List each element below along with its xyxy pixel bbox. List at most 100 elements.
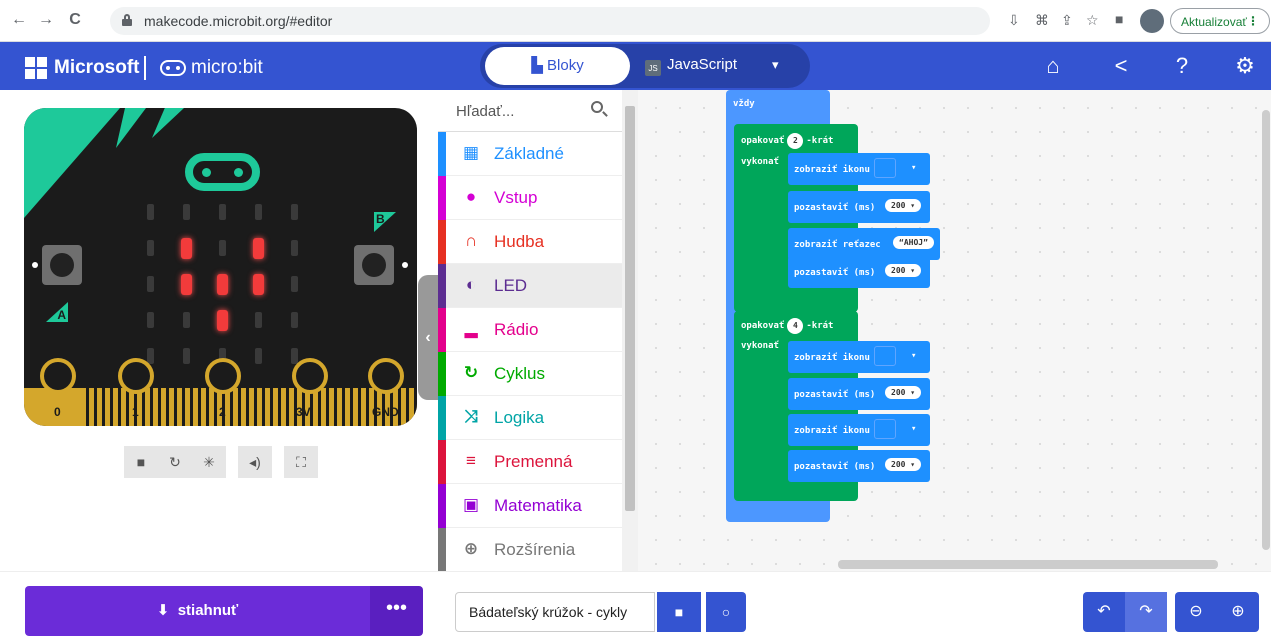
workspace-vertical-scrollbar[interactable]: [1262, 110, 1270, 550]
toolbox-category-3[interactable]: ◐ LED: [438, 264, 622, 308]
project-name-input[interactable]: Bádateľský krúžok - cykly: [455, 592, 655, 632]
home-icon[interactable]: ⌂: [1040, 54, 1066, 78]
back-icon[interactable]: ←: [10, 10, 28, 30]
install-icon[interactable]: ⇩: [1008, 12, 1020, 29]
search-input[interactable]: Hľadať...: [438, 90, 622, 132]
chevron-down-icon[interactable]: ▾: [911, 351, 916, 361]
pin-label: 2: [219, 405, 226, 419]
more-options-button[interactable]: •••: [370, 586, 423, 636]
chevron-down-icon[interactable]: ▾: [911, 424, 916, 434]
restart-icon[interactable]: ↻: [158, 446, 192, 478]
toolbox-category-9[interactable]: ⊕ Rozšírenia: [438, 528, 622, 572]
volume-icon[interactable]: ◂): [238, 446, 272, 478]
heart-icon[interactable]: [874, 346, 896, 366]
pause-block[interactable]: pozastaviť (ms) 200 ▾: [788, 191, 930, 223]
pause-value[interactable]: 200 ▾: [885, 458, 922, 471]
pin-pad-2[interactable]: [205, 358, 241, 394]
repeat-count-1[interactable]: 2: [787, 133, 804, 149]
repeat-count-2[interactable]: 4: [787, 318, 804, 334]
edge-stripe: [158, 388, 161, 426]
bookmark-star-icon[interactable]: ☆: [1086, 12, 1099, 29]
url-text[interactable]: makecode.microbit.org/#editor: [144, 13, 332, 29]
toolbox-scroll-thumb[interactable]: [625, 106, 635, 511]
update-button[interactable]: Aktualizovať ⋮: [1170, 8, 1270, 34]
pin-pad-1[interactable]: [118, 358, 154, 394]
show-icon-block[interactable]: zobraziť ikonu ▾: [788, 153, 930, 185]
pin-pad-0[interactable]: [40, 358, 76, 394]
show-icon-block[interactable]: zobraziť ikonu ▾: [788, 341, 930, 373]
toolbox-category-4[interactable]: ▂ Rádio: [438, 308, 622, 352]
tab-javascript[interactable]: JS JavaScript: [645, 56, 737, 76]
toolbox-category-0[interactable]: ▦ Základné: [438, 132, 622, 176]
reload-icon[interactable]: C: [66, 10, 84, 30]
toolbox-category-7[interactable]: ≡ Premenná: [438, 440, 622, 484]
small-heart-icon[interactable]: [874, 419, 896, 439]
touch-logo[interactable]: [185, 153, 260, 191]
category-color-bar: [438, 484, 446, 528]
chevron-down-icon[interactable]: ▾: [911, 163, 916, 173]
edge-stripe: [190, 388, 193, 426]
workspace-horizontal-scrollbar[interactable]: [838, 560, 1218, 569]
download-button[interactable]: ⬇ stiahnuť: [25, 586, 370, 636]
led-1-2: [218, 240, 226, 256]
redo-button[interactable]: ↷: [1125, 592, 1167, 632]
chevron-down-icon[interactable]: ▾: [772, 57, 779, 73]
app-header: Microsoft micro:bit ▙ Bloky JS JavaScript…: [0, 42, 1271, 90]
category-label: Rozšírenia: [494, 540, 576, 559]
pin-pad-GND[interactable]: [368, 358, 404, 394]
button-a[interactable]: [42, 245, 82, 285]
profile-avatar[interactable]: [1140, 9, 1164, 33]
translate-icon[interactable]: ⌘: [1035, 12, 1049, 29]
zoom-out-button[interactable]: ⊖: [1175, 592, 1217, 632]
show-string-label: zobraziť reťazec: [794, 240, 881, 250]
pause-value-text: 200: [891, 388, 906, 397]
debug-icon[interactable]: ✳: [192, 446, 226, 478]
zoom-in-button[interactable]: ⊕: [1217, 592, 1259, 632]
toolbox-category-8[interactable]: ▣ Matematika: [438, 484, 622, 528]
pause-block[interactable]: pozastaviť (ms) 200 ▾: [788, 256, 930, 288]
button-b-indicator: [402, 262, 408, 268]
toolbox-category-6[interactable]: ⤨ Logika: [438, 396, 622, 440]
share-icon[interactable]: <: [1108, 54, 1134, 78]
pin-pad-3V[interactable]: [292, 358, 328, 394]
help-icon[interactable]: ?: [1169, 54, 1195, 78]
collapse-simulator-button[interactable]: ‹: [418, 275, 438, 400]
window-icon[interactable]: ■: [1115, 11, 1123, 27]
toolbox-category-2[interactable]: ∩ Hudba: [438, 220, 622, 264]
stop-icon[interactable]: ■: [124, 446, 158, 478]
address-bar[interactable]: makecode.microbit.org/#editor: [110, 7, 990, 35]
save-button[interactable]: ■: [657, 592, 701, 632]
category-color-bar: [438, 440, 446, 484]
pause-block[interactable]: pozastaviť (ms) 200 ▾: [788, 450, 930, 482]
tab-blocks[interactable]: ▙ Bloky: [485, 47, 630, 85]
pause-block[interactable]: pozastaviť (ms) 200 ▾: [788, 378, 930, 410]
brand-microsoft[interactable]: Microsoft: [54, 57, 140, 79]
forward-icon[interactable]: →: [37, 10, 55, 30]
repeat-label: opakovať: [741, 136, 785, 146]
pause-value[interactable]: 200 ▾: [885, 386, 922, 399]
share-icon[interactable]: ⇪: [1061, 12, 1073, 29]
github-icon: ○: [721, 604, 731, 620]
search-icon[interactable]: [591, 101, 603, 113]
brand-microbit[interactable]: micro:bit: [191, 57, 263, 79]
led-4-3: [254, 348, 262, 364]
undo-button[interactable]: ↶: [1083, 592, 1125, 632]
string-value[interactable]: “AHOJ”: [893, 236, 934, 249]
pause-value[interactable]: 200 ▾: [885, 264, 922, 277]
heart-icon[interactable]: [874, 158, 896, 178]
gear-icon[interactable]: ⚙: [1232, 54, 1258, 78]
headphones-icon: ∩: [464, 231, 478, 250]
toolbox-scrollbar[interactable]: [622, 90, 638, 571]
toolbox-category-5[interactable]: ↻ Cyklus: [438, 352, 622, 396]
microbit-logo-icon[interactable]: [160, 60, 186, 76]
blocks-workspace[interactable]: vždy opakovať 2 -krát vykonať zobraziť iko…: [638, 90, 1271, 571]
button-b[interactable]: [354, 245, 394, 285]
github-button[interactable]: ○: [706, 592, 746, 632]
pause-value[interactable]: 200 ▾: [885, 199, 922, 212]
fullscreen-icon[interactable]: ⛶: [284, 446, 318, 478]
show-icon-block[interactable]: zobraziť ikonu ▾: [788, 414, 930, 446]
more-icon[interactable]: ⋮: [1247, 14, 1259, 28]
toolbox-category-1[interactable]: ● Vstup: [438, 176, 622, 220]
microsoft-logo-icon[interactable]: [25, 57, 47, 79]
pause-label: pozastaviť (ms): [794, 462, 876, 472]
